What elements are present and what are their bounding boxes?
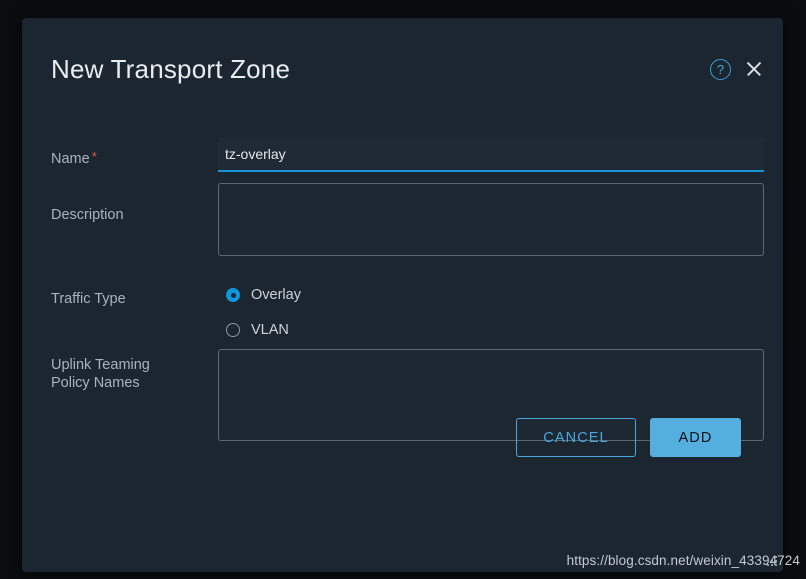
add-button[interactable]: ADD bbox=[650, 418, 741, 457]
radio-option-vlan[interactable]: VLAN bbox=[226, 319, 301, 341]
dialog-header-actions: ? bbox=[710, 58, 765, 80]
dialog-title: New Transport Zone bbox=[51, 54, 291, 84]
radio-selected-icon bbox=[226, 288, 240, 302]
cancel-button[interactable]: CANCEL bbox=[516, 418, 636, 457]
name-input[interactable] bbox=[218, 138, 764, 172]
name-label-text: Name bbox=[51, 151, 90, 167]
app-backdrop: New Transport Zone ? Name* Description T… bbox=[0, 0, 806, 579]
name-label: Name * bbox=[51, 150, 97, 168]
help-circle-icon[interactable]: ? bbox=[710, 58, 731, 80]
uplink-teaming-label-line2: Policy Names bbox=[51, 375, 140, 391]
traffic-type-radio-group: Overlay VLAN bbox=[226, 284, 301, 354]
close-icon[interactable] bbox=[743, 58, 765, 80]
description-label: Description bbox=[51, 207, 124, 223]
dialog-header: New Transport Zone ? bbox=[22, 18, 783, 110]
uplink-teaming-label-line1: Uplink Teaming bbox=[51, 357, 150, 373]
radio-option-overlay-label: Overlay bbox=[251, 287, 301, 303]
traffic-type-label: Traffic Type bbox=[51, 291, 126, 307]
uplink-teaming-label: Uplink Teaming Policy Names bbox=[51, 356, 201, 392]
required-asterisk: * bbox=[91, 149, 97, 164]
new-transport-zone-dialog: New Transport Zone ? Name* Description T… bbox=[22, 18, 783, 572]
radio-option-overlay[interactable]: Overlay bbox=[226, 284, 301, 306]
watermark-url: https://blog.csdn.net/weixin_43394724 bbox=[566, 553, 800, 568]
description-textarea[interactable] bbox=[218, 183, 764, 256]
radio-option-vlan-label: VLAN bbox=[251, 322, 289, 338]
radio-unselected-icon bbox=[226, 323, 240, 337]
